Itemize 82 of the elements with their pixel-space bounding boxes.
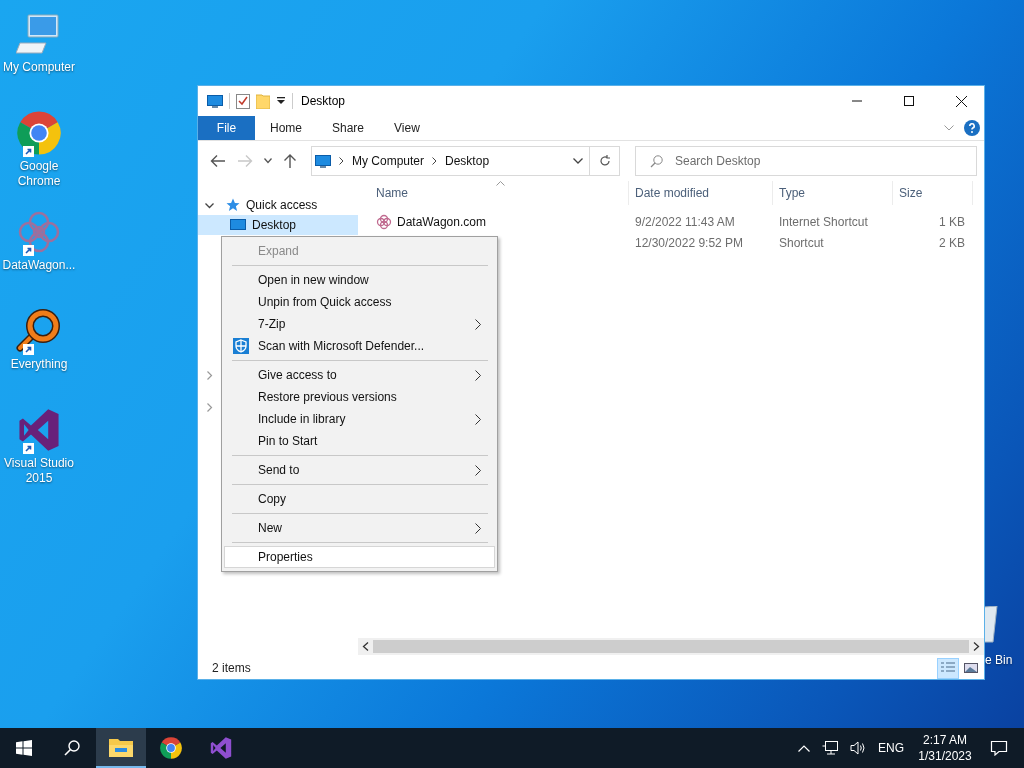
dropdown-caret-icon[interactable] — [276, 96, 286, 106]
menu-item[interactable]: New — [224, 517, 495, 539]
column-header[interactable]: Name — [358, 181, 629, 205]
notification-icon[interactable] — [990, 740, 1008, 756]
menu-item[interactable]: Copy — [224, 488, 495, 510]
recycle-bin-label[interactable]: e Bin — [985, 653, 1013, 667]
menu-item[interactable]: Open in new window — [224, 269, 495, 291]
column-header[interactable]: Type — [773, 181, 893, 205]
menu-item[interactable]: 7-Zip — [224, 313, 495, 335]
flower-icon[interactable] — [16, 209, 62, 255]
details-list-icon — [940, 661, 956, 675]
size-cell-text: 2 KB — [938, 235, 966, 250]
expand-chevron-icon[interactable] — [205, 200, 214, 210]
type-cell-text: Shortcut — [778, 235, 825, 250]
menu-item[interactable]: Restore previous versions — [224, 386, 495, 408]
back-button[interactable] — [210, 154, 226, 168]
menu-item[interactable]: Scan with Microsoft Defender... — [224, 335, 495, 357]
expand-ribbon-icon[interactable] — [944, 125, 954, 131]
maximize-icon — [904, 96, 914, 106]
computer-icon[interactable] — [16, 13, 62, 55]
monitor-icon — [230, 218, 246, 232]
monitor-icon — [207, 94, 223, 108]
menu-item[interactable]: Give access to — [224, 364, 495, 386]
breadcrumb[interactable]: My Computer — [352, 154, 425, 168]
chrome-icon — [159, 736, 183, 760]
star-icon — [226, 198, 240, 212]
sort-caret-icon — [496, 181, 505, 186]
window-title: Desktop — [301, 94, 346, 108]
horizontal-scrollbar[interactable] — [358, 638, 984, 655]
shortcut-arrow-icon — [23, 245, 34, 256]
address-bar[interactable]: My Computer Desktop — [311, 146, 590, 176]
breadcrumb[interactable]: Desktop — [445, 154, 490, 168]
explorer-taskbar-button[interactable] — [96, 728, 146, 768]
show-hidden-icons-caret-icon[interactable] — [798, 744, 810, 752]
refresh-button[interactable] — [590, 146, 620, 176]
scroll-right-icon[interactable] — [973, 642, 980, 651]
clock-date[interactable]: 1/31/2023 — [918, 748, 972, 764]
refresh-icon — [598, 155, 611, 167]
dropdown-caret-icon[interactable] — [573, 158, 583, 164]
flower-icon — [376, 213, 392, 230]
language-indicator[interactable]: ENG — [878, 741, 904, 755]
search-field[interactable]: Search Desktop — [635, 146, 977, 176]
menu-item[interactable]: Properties — [224, 546, 495, 568]
menu-item[interactable]: Include in library — [224, 408, 495, 430]
visual-studio-icon[interactable] — [16, 407, 62, 453]
scroll-left-icon[interactable] — [362, 642, 369, 651]
up-button[interactable] — [283, 153, 297, 169]
search-icon — [64, 740, 80, 756]
menu-item[interactable]: Send to — [224, 459, 495, 481]
item-count: 2 items — [212, 661, 251, 675]
date-cell-text: 12/30/2022 9:52 PM — [634, 235, 745, 250]
breadcrumb-chevron-icon[interactable] — [339, 157, 344, 165]
clock-time[interactable]: 2:17 AM — [923, 732, 967, 748]
menu-item[interactable]: Unpin from Quick access — [224, 291, 495, 313]
network-icon[interactable] — [822, 740, 838, 756]
chrome-icon[interactable] — [15, 109, 63, 157]
properties-icon[interactable] — [236, 93, 250, 109]
size-cell-text: 1 KB — [938, 214, 966, 229]
type-cell-text: Internet Shortcut — [778, 214, 869, 229]
shortcut-arrow-icon — [23, 344, 34, 355]
menu-item[interactable]: Pin to Start — [224, 430, 495, 452]
visual-studio-icon — [209, 736, 233, 760]
tree-item[interactable]: Quick access — [198, 195, 358, 215]
file-name[interactable]: DataWagon.com — [397, 214, 486, 229]
volume-icon[interactable] — [850, 740, 866, 756]
shield-icon — [233, 338, 249, 354]
magnifier-icon[interactable] — [16, 308, 62, 354]
recent-locations-caret-icon[interactable] — [264, 158, 272, 164]
help-icon[interactable] — [964, 120, 980, 136]
breadcrumb-chevron-icon[interactable] — [432, 157, 438, 165]
folder-icon — [109, 737, 133, 757]
shortcut-arrow-icon — [23, 443, 34, 454]
date-cell-text: 9/2/2022 11:43 AM — [634, 214, 736, 229]
column-header[interactable]: Date modified — [629, 181, 773, 205]
shortcut-arrow-icon — [23, 146, 34, 157]
monitor-icon — [315, 154, 331, 168]
close-icon — [955, 95, 967, 107]
image-icon — [963, 661, 979, 675]
search-icon — [650, 155, 663, 168]
tree-item[interactable]: Desktop — [198, 215, 358, 235]
column-header[interactable]: Size — [893, 181, 973, 205]
windows-logo-icon — [16, 740, 32, 756]
